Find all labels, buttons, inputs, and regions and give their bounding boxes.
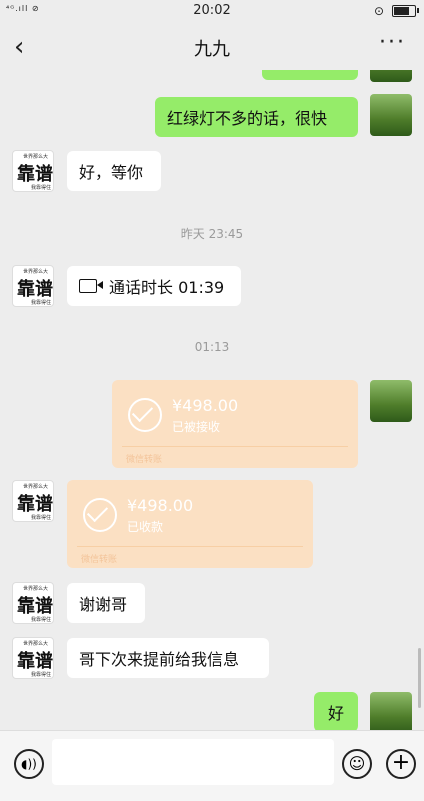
transfer-card-outgoing[interactable]: ¥498.00 已被接收 微信转账: [112, 380, 358, 468]
avatar-contact[interactable]: 世界那么大 靠谱 我靠得住: [12, 265, 54, 307]
avatar-contact[interactable]: 世界那么大 靠谱 我靠得住: [12, 637, 54, 679]
voice-input-icon[interactable]: ◖)): [14, 749, 44, 779]
status-bar: ⁴ᴳ.ıll ⊘ 20:02 ⊙: [0, 0, 424, 22]
avatar-me[interactable]: [370, 380, 412, 422]
message-timestamp: 01:13: [194, 340, 230, 354]
lock-rotation-icon: ⊙: [373, 4, 384, 18]
emoji-icon[interactable]: ☺: [342, 749, 372, 779]
transfer-divider: [122, 446, 348, 447]
plus-icon[interactable]: +: [386, 749, 416, 779]
video-call-icon: [79, 279, 103, 293]
input-bar: ◖)) ☺ +: [0, 730, 424, 801]
message-bubble-incoming[interactable]: 哥下次来提前给我信息: [67, 638, 269, 678]
avatar-contact[interactable]: 世界那么大 靠谱 我靠得住: [12, 480, 54, 522]
call-duration-text: 通话时长 01:39: [109, 278, 225, 297]
message-bubble-incoming[interactable]: 好，等你: [67, 151, 161, 191]
message-bubble-partial[interactable]: [262, 70, 358, 80]
message-bubble-outgoing[interactable]: 红绿灯不多的话，很快: [155, 97, 358, 137]
transfer-status: 已收款: [127, 520, 164, 534]
chat-title: 九九: [194, 39, 230, 60]
more-options-icon[interactable]: ···: [379, 30, 406, 55]
avatar-contact[interactable]: 世界那么大 靠谱 我靠得住: [12, 582, 54, 624]
status-time: 20:02: [193, 3, 231, 18]
status-right-icons: ⊙: [373, 4, 419, 18]
transfer-status: 已被接收: [172, 420, 221, 434]
transfer-amount: ¥498.00: [172, 396, 239, 415]
scrollbar[interactable]: [418, 648, 421, 708]
battery-icon: [392, 5, 419, 17]
transfer-divider: [77, 546, 303, 547]
avatar-me[interactable]: [370, 692, 412, 730]
call-record-bubble[interactable]: 通话时长 01:39: [67, 266, 241, 306]
message-input[interactable]: [52, 739, 334, 785]
message-bubble-outgoing[interactable]: 好: [314, 692, 358, 730]
chat-history[interactable]: 红绿灯不多的话，很快 世界那么大 靠谱 我靠得住 好，等你 昨天 23:45 世…: [0, 70, 424, 730]
message-bubble-incoming[interactable]: 谢谢哥: [67, 583, 145, 623]
avatar-me[interactable]: [370, 94, 412, 136]
message-timestamp: 昨天 23:45: [180, 227, 244, 241]
transfer-amount: ¥498.00: [127, 496, 194, 515]
transfer-footer: 微信转账: [81, 555, 118, 565]
transfer-card-incoming[interactable]: ¥498.00 已收款 微信转账: [67, 480, 313, 568]
avatar-me[interactable]: [370, 70, 412, 82]
chat-header: ‹ 九九 ···: [0, 22, 424, 70]
avatar-contact[interactable]: 世界那么大 靠谱 我靠得住: [12, 150, 54, 192]
transfer-footer: 微信转账: [126, 455, 163, 465]
